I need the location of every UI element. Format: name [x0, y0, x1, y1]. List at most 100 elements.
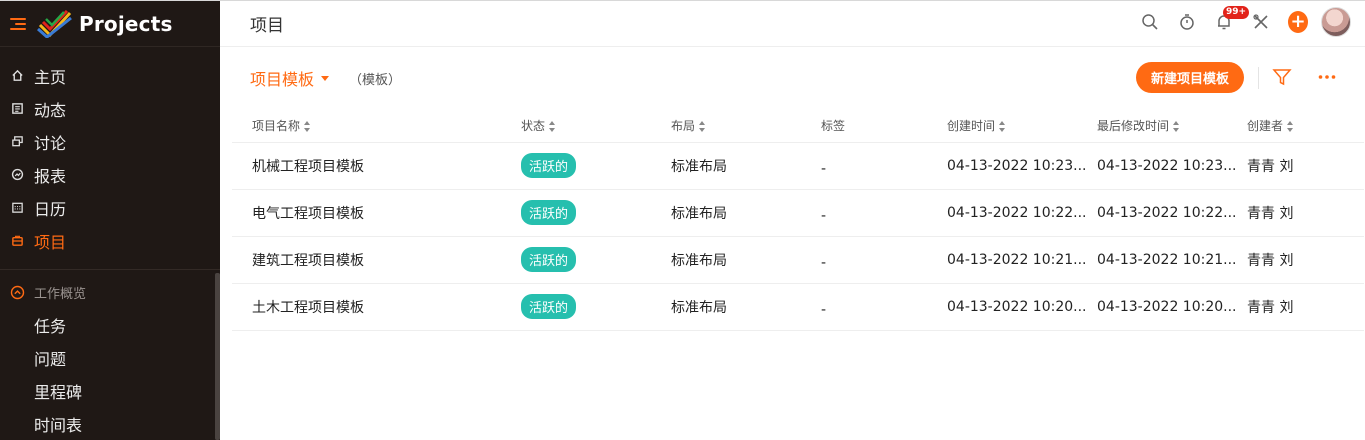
cell-status: 活跃的: [521, 189, 671, 237]
sidebar-item-label: 动态: [34, 100, 67, 120]
cell-status: 活跃的: [521, 236, 671, 284]
main-content: 项目 99+ + 项目模板 （模板） 新建项目模板 项目名称 状态 布局 标签 …: [220, 1, 1365, 440]
sidebar-item-calendar[interactable]: 日历: [0, 191, 220, 224]
sidebar-item-discussion[interactable]: 讨论: [0, 125, 220, 158]
project-icon: [10, 234, 24, 248]
sidebar-item-reports[interactable]: 报表: [0, 158, 220, 191]
sidebar-divider: [0, 269, 220, 270]
section-work-overview[interactable]: 工作概览: [0, 276, 220, 308]
sidebar-item-label: 项目: [34, 232, 67, 252]
sidebar-item-projects[interactable]: 项目: [0, 224, 220, 257]
timer-icon[interactable]: [1177, 12, 1197, 32]
sidebar-item-label: 报表: [34, 166, 67, 186]
cell-tags: -: [821, 142, 947, 190]
status-badge[interactable]: 活跃的: [521, 294, 577, 319]
view-dropdown[interactable]: 项目模板: [250, 66, 330, 90]
sort-icon[interactable]: [304, 120, 311, 132]
search-icon[interactable]: [1140, 12, 1160, 32]
table-row[interactable]: 建筑工程项目模板 活跃的 标准布局 - 04-13-2022 10:21... …: [232, 236, 1364, 284]
table-row[interactable]: 土木工程项目模板 活跃的 标准布局 - 04-13-2022 10:20... …: [232, 283, 1364, 331]
new-project-template-button[interactable]: 新建项目模板: [1135, 62, 1244, 93]
column-header-status[interactable]: 状态: [521, 109, 671, 143]
main-nav: 主页 动态 讨论 报表 日历 项目: [0, 47, 220, 257]
view-dropdown-label: 项目模板: [250, 70, 315, 89]
cell-layout: 标准布局: [671, 283, 821, 331]
sort-icon[interactable]: [1287, 120, 1294, 132]
sort-icon[interactable]: [999, 120, 1006, 132]
discussion-icon: [10, 135, 24, 149]
cell-owner: 青青 刘: [1247, 142, 1364, 190]
column-header-modified[interactable]: 最后修改时间: [1097, 109, 1247, 143]
cell-created: 04-13-2022 10:21...: [947, 236, 1097, 284]
topbar: 项目 99+ +: [220, 1, 1365, 47]
sidebar-item-label: 日历: [34, 199, 67, 219]
toolbar-divider: [1258, 67, 1259, 89]
cell-owner: 青青 刘: [1247, 283, 1364, 331]
page-title: 项目: [250, 16, 284, 36]
calendar-icon: [10, 201, 24, 215]
cell-created: 04-13-2022 10:20...: [947, 283, 1097, 331]
status-badge[interactable]: 活跃的: [521, 247, 577, 272]
avatar[interactable]: [1321, 7, 1351, 37]
quick-add-button[interactable]: +: [1288, 11, 1308, 33]
cell-owner: 青青 刘: [1247, 189, 1364, 237]
column-header-name[interactable]: 项目名称: [232, 109, 521, 143]
cell-tags: -: [821, 189, 947, 237]
column-header-created[interactable]: 创建时间: [947, 109, 1097, 143]
sidebar-item-label: 主页: [34, 67, 67, 87]
sidebar-item-feed[interactable]: 动态: [0, 92, 220, 125]
cell-layout: 标准布局: [671, 189, 821, 237]
sidebar-item-label: 讨论: [34, 133, 67, 153]
cell-name[interactable]: 土木工程项目模板: [232, 283, 521, 331]
sidebar-item-milestones[interactable]: 里程碑: [0, 374, 220, 407]
cell-created: 04-13-2022 10:22...: [947, 189, 1097, 237]
cell-created: 04-13-2022 10:23...: [947, 142, 1097, 190]
menu-toggle-icon[interactable]: [10, 17, 26, 30]
cell-name[interactable]: 建筑工程项目模板: [232, 236, 521, 284]
status-badge[interactable]: 活跃的: [521, 200, 577, 225]
feed-icon: [10, 102, 24, 116]
sidebar-item-timesheets[interactable]: 时间表: [0, 407, 220, 440]
notification-bell-icon[interactable]: 99+: [1214, 6, 1250, 32]
sort-icon[interactable]: [1173, 120, 1180, 132]
cell-modified: 04-13-2022 10:22...: [1097, 189, 1247, 237]
sort-icon[interactable]: [699, 120, 706, 132]
topbar-actions: 99+ +: [1123, 6, 1351, 37]
column-header-tags: 标签: [821, 109, 947, 143]
cell-layout: 标准布局: [671, 236, 821, 284]
projects-logo-icon: [37, 9, 72, 38]
cell-tags: -: [821, 236, 947, 284]
cell-name[interactable]: 机械工程项目模板: [232, 142, 521, 190]
brand-bar: Projects: [0, 1, 220, 47]
filter-icon[interactable]: [1272, 67, 1292, 87]
chevron-down-icon: [321, 75, 330, 81]
section-title: 工作概览: [34, 286, 87, 302]
status-badge[interactable]: 活跃的: [521, 153, 577, 178]
cell-status: 活跃的: [521, 142, 671, 190]
notification-badge: 99+: [1223, 6, 1250, 19]
table-header-row: 项目名称 状态 布局 标签 创建时间 最后修改时间 创建者: [232, 109, 1364, 143]
sidebar-item-tasks[interactable]: 任务: [0, 308, 220, 341]
cell-name[interactable]: 电气工程项目模板: [232, 189, 521, 237]
cell-modified: 04-13-2022 10:21...: [1097, 236, 1247, 284]
column-header-layout[interactable]: 布局: [671, 109, 821, 143]
more-options-icon[interactable]: [1317, 67, 1337, 87]
sort-icon[interactable]: [549, 120, 556, 132]
cell-status: 活跃的: [521, 283, 671, 331]
sidebar-item-issues[interactable]: 问题: [0, 341, 220, 374]
view-hint: （模板）: [349, 72, 402, 88]
table-row[interactable]: 电气工程项目模板 活跃的 标准布局 - 04-13-2022 10:22... …: [232, 189, 1364, 237]
column-header-owner[interactable]: 创建者: [1247, 109, 1364, 143]
brand-name: Projects: [79, 11, 173, 36]
collapse-up-icon: [10, 285, 25, 300]
cell-layout: 标准布局: [671, 142, 821, 190]
cell-modified: 04-13-2022 10:23...: [1097, 142, 1247, 190]
table-row[interactable]: 机械工程项目模板 活跃的 标准布局 - 04-13-2022 10:23... …: [232, 142, 1364, 190]
home-icon: [10, 69, 24, 83]
tools-icon[interactable]: [1251, 12, 1271, 32]
cell-owner: 青青 刘: [1247, 236, 1364, 284]
report-icon: [10, 168, 24, 182]
cell-tags: -: [821, 283, 947, 331]
sidebar: Projects 主页 动态 讨论 报表 日历 项目 工作概览 任务 问题 里程…: [0, 1, 220, 440]
sidebar-item-home[interactable]: 主页: [0, 59, 220, 92]
